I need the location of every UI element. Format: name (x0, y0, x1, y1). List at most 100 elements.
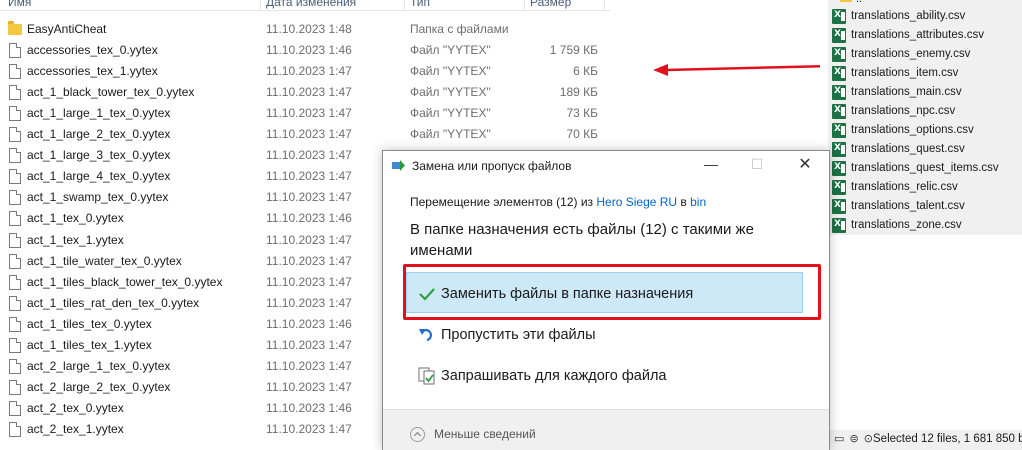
file-name: act_1_large_2_tex_0.yytex (27, 127, 171, 142)
file-name: act_2_tex_1.yytex (27, 421, 124, 436)
excel-csv-icon (832, 47, 846, 62)
file-date: 11.10.2023 1:47 (266, 64, 352, 79)
dialog-titlebar[interactable]: Замена или пропуск файлов — ☐ ✕ (383, 151, 829, 180)
csv-file-row[interactable]: translations_main.csv (832, 83, 1022, 102)
file-date: 11.10.2023 1:46 (266, 43, 352, 58)
file-row[interactable]: act_1_large_2_tex_0.yytex 11.10.2023 1:47… (0, 124, 610, 145)
move-info: Перемещение элементов (12) из Hero Siege… (410, 195, 706, 209)
csv-file-row[interactable]: translations_ability.csv (832, 7, 1022, 26)
column-separator[interactable] (604, 0, 605, 10)
file-type: Файл "YYTEX" (410, 127, 491, 142)
parent-folder-icon (840, 0, 852, 2)
csv-file-row[interactable]: translations_relic.csv (832, 178, 1022, 197)
minimize-button[interactable]: — (689, 151, 733, 180)
status-bar: ▭ ⊜ ⊙ Selected 12 files, 1 681 850 by (830, 430, 1022, 450)
skip-files-label[interactable]: Пропустить эти файлы (441, 327, 596, 343)
file-size: 6 КБ (573, 64, 598, 79)
column-type[interactable]: Тип (410, 0, 430, 10)
file-type: Файл "YYTEX" (410, 106, 491, 121)
excel-csv-icon (832, 199, 846, 214)
file-date: 11.10.2023 1:47 (266, 421, 352, 436)
csv-file-name: translations_enemy.csv (851, 48, 971, 60)
file-type: Файл "YYTEX" (410, 43, 491, 58)
source-folder-link[interactable]: Hero Siege RU (596, 195, 677, 209)
file-row[interactable]: act_1_large_1_tex_0.yytex 11.10.2023 1:47… (0, 103, 610, 124)
chevron-up-icon[interactable] (410, 427, 425, 442)
excel-csv-icon (832, 142, 846, 157)
column-date[interactable]: Дата изменения (266, 0, 356, 10)
csv-file-row[interactable]: translations_item.csv (832, 64, 1022, 83)
csv-file-name: translations_attributes.csv (851, 29, 984, 41)
csv-file-row[interactable]: translations_zone.csv (832, 216, 1022, 235)
file-size: 189 КБ (559, 85, 598, 100)
column-name[interactable]: Имя (8, 0, 31, 10)
file-icon (8, 85, 21, 101)
excel-csv-icon (832, 9, 846, 24)
file-name: act_1_tiles_black_tower_tex_0.yytex (27, 274, 223, 289)
file-date: 11.10.2023 1:47 (266, 337, 352, 352)
csv-file-row[interactable]: translations_npc.csv (832, 102, 1022, 121)
folder-icon (8, 21, 22, 37)
file-row[interactable]: act_1_black_tower_tex_0.yytex 11.10.2023 … (0, 82, 610, 103)
file-name: act_2_tex_0.yytex (27, 400, 124, 415)
csv-file-name: translations_ability.csv (851, 10, 966, 22)
csv-file-row[interactable]: translations_options.csv (832, 121, 1022, 140)
file-name: act_1_swamp_tex_0.yytex (27, 190, 169, 205)
csv-file-name: translations_quest_items.csv (851, 162, 999, 174)
file-name: act_1_tiles_tex_0.yytex (27, 316, 152, 331)
csv-file-name: translations_npc.csv (851, 105, 956, 117)
red-arrow-annotation (653, 64, 833, 76)
file-icon (8, 64, 21, 80)
csv-file-row[interactable]: translations_attributes.csv (832, 26, 1022, 45)
file-size: 1 759 КБ (549, 43, 598, 58)
file-icon (8, 253, 21, 269)
csv-file-row[interactable]: translations_quest_items.csv (832, 159, 1022, 178)
csv-file-row[interactable]: translations_enemy.csv (832, 45, 1022, 64)
file-size: 70 КБ (566, 127, 598, 142)
excel-csv-icon (832, 85, 846, 100)
file-date: 11.10.2023 1:47 (266, 127, 352, 142)
file-name: act_2_large_2_tex_0.yytex (27, 379, 171, 394)
dialog-footer: Меньше сведений (383, 409, 829, 450)
file-date: 11.10.2023 1:47 (266, 274, 352, 289)
file-icon (8, 106, 21, 122)
column-separator[interactable] (260, 0, 261, 10)
file-name: act_1_tex_1.yytex (27, 232, 124, 247)
column-separator[interactable] (404, 0, 405, 10)
file-icon (8, 358, 21, 374)
column-separator[interactable] (524, 0, 525, 10)
status-icons: ▭ ⊜ ⊙ (834, 433, 874, 445)
less-details-toggle[interactable]: Меньше сведений (434, 427, 536, 441)
file-icon (8, 190, 21, 206)
file-type: Файл "YYTEX" (410, 64, 491, 79)
replace-files-label[interactable]: Заменить файлы в папке назначения (441, 286, 693, 302)
file-icon (8, 211, 21, 227)
close-button[interactable]: ✕ (783, 151, 827, 180)
maximize-button[interactable]: ☐ (735, 151, 779, 180)
ask-each-file-label[interactable]: Запрашивать для каждого файла (441, 368, 666, 384)
excel-csv-icon (832, 161, 846, 176)
file-row[interactable]: accessories_tex_1.yytex 11.10.2023 1:47 Фа… (0, 61, 610, 82)
destination-folder-link[interactable]: bin (690, 195, 706, 209)
parent-folder-label[interactable]: .. (856, 0, 862, 5)
file-date: 11.10.2023 1:46 (266, 316, 352, 331)
file-date: 11.10.2023 1:46 (266, 211, 352, 226)
csv-file-name: translations_item.csv (851, 67, 959, 79)
csv-file-name: translations_quest.csv (851, 143, 965, 155)
file-icon (8, 232, 21, 248)
csv-file-row[interactable]: translations_talent.csv (832, 197, 1022, 216)
file-icon (8, 337, 21, 353)
csv-file-list: .. translations_ability.csv translations_… (828, 0, 1022, 235)
file-icon (8, 274, 21, 290)
file-icon (8, 148, 21, 164)
excel-csv-icon (832, 104, 846, 119)
file-row[interactable]: accessories_tex_0.yytex 11.10.2023 1:46 Фа… (0, 40, 610, 61)
file-date: 11.10.2023 1:47 (266, 295, 352, 310)
column-size[interactable]: Размер (530, 0, 571, 10)
check-icon (419, 288, 435, 301)
file-date: 11.10.2023 1:47 (266, 85, 352, 100)
folder-row[interactable]: EasyAntiCheat 11.10.2023 1:48 Папка с файл… (0, 19, 610, 40)
csv-file-row[interactable]: translations_quest.csv (832, 140, 1022, 159)
status-text: Selected 12 files, 1 681 850 by (873, 433, 1022, 445)
file-icon (8, 127, 21, 143)
